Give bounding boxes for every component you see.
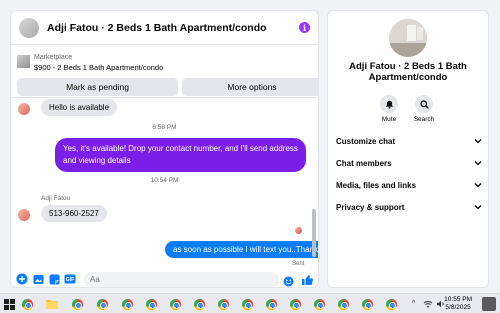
chat-panel: Adji Fatou · 2 Beds 1 Bath Apartment/con… — [10, 10, 319, 288]
read-receipt-avatar — [295, 227, 302, 234]
chrome-icon[interactable] — [384, 297, 398, 311]
search-icon[interactable] — [415, 95, 433, 113]
chrome-icon[interactable] — [240, 297, 254, 311]
tray-overflow-icon[interactable]: ^ — [412, 300, 415, 307]
file-explorer-icon[interactable] — [45, 297, 59, 311]
sent-status: Sent — [292, 261, 305, 267]
contact-name: Adji Fatou · 2 Beds 1 Bath Apartment/con… — [349, 61, 467, 83]
sender-avatar — [18, 103, 30, 115]
chrome-icon[interactable] — [20, 297, 34, 311]
sticker-icon[interactable] — [48, 273, 60, 285]
chrome-icon[interactable] — [360, 297, 374, 311]
section-privacy-support[interactable]: Privacy & support — [336, 197, 482, 217]
bell-icon[interactable] — [380, 95, 398, 113]
system-clock[interactable]: 10:55 PM 5/8/2025 — [444, 296, 472, 312]
scrollbar-thumb[interactable] — [312, 209, 316, 257]
section-label: Customize chat — [336, 136, 396, 146]
chevron-down-icon — [474, 139, 482, 144]
mute-label: Mute — [381, 116, 397, 123]
section-media-files-links[interactable]: Media, files and links — [336, 175, 482, 195]
like-icon[interactable] — [301, 273, 313, 285]
section-chat-members[interactable]: Chat members — [336, 153, 482, 173]
chrome-icon[interactable] — [312, 297, 326, 311]
sender-name: Adji Fatou — [41, 195, 71, 202]
chrome-icon[interactable] — [168, 297, 182, 311]
timestamp: 10:54 PM — [150, 177, 179, 184]
chevron-down-icon — [474, 161, 482, 166]
chrome-icon[interactable] — [95, 297, 109, 311]
message-bubble-outgoing[interactable]: as soon as possible I will text you..Tha… — [165, 241, 318, 258]
listing-category: Marketplace — [34, 54, 73, 61]
chrome-icon[interactable] — [70, 297, 84, 311]
listing-thumbnail[interactable] — [17, 55, 30, 68]
notification-icon[interactable] — [482, 297, 496, 311]
wifi-icon[interactable] — [421, 297, 435, 311]
search-label: Search — [413, 116, 435, 123]
chat-header: Adji Fatou · 2 Beds 1 Bath Apartment/con… — [11, 11, 318, 45]
listing-avatar[interactable] — [389, 19, 427, 57]
windows-icon[interactable] — [2, 297, 16, 311]
svg-text:GIF: GIF — [66, 277, 74, 283]
section-label: Media, files and links — [336, 180, 417, 190]
chat-title[interactable]: Adji Fatou · 2 Beds 1 Bath Apartment/con… — [47, 22, 299, 34]
chrome-icon[interactable] — [336, 297, 350, 311]
chrome-icon[interactable] — [120, 297, 134, 311]
message-bubble-outgoing[interactable]: Yes, it's available! Drop your contact n… — [55, 138, 306, 172]
section-label: Privacy & support — [336, 202, 405, 212]
info-icon[interactable]: i — [299, 22, 310, 33]
windows-taskbar: ^ 10:55 PM 5/8/2025 — [0, 293, 500, 313]
chrome-icon[interactable] — [288, 297, 302, 311]
message-composer: GIF — [11, 269, 318, 287]
marketplace-listing-bar: Marketplace $900 - 2 Beds 1 Bath Apartme… — [11, 46, 318, 98]
chevron-down-icon — [474, 205, 482, 210]
clock-time: 10:55 PM — [444, 296, 472, 303]
chevron-down-icon — [474, 183, 482, 188]
sender-avatar — [18, 209, 30, 221]
message-bubble-incoming[interactable]: Hello is available — [41, 99, 118, 116]
chrome-icon[interactable] — [144, 297, 158, 311]
mute-action[interactable]: Mute — [369, 95, 409, 123]
chrome-icon[interactable] — [192, 297, 206, 311]
message-list[interactable]: Hello is available 6:58 PM Yes, it's ava… — [11, 99, 318, 269]
message-bubble-incoming[interactable]: 513-960-2527 — [41, 205, 107, 222]
gif-icon[interactable]: GIF — [64, 273, 76, 285]
contact-avatar[interactable] — [19, 17, 39, 38]
chrome-icon[interactable] — [216, 297, 230, 311]
listing-description[interactable]: $900 - 2 Beds 1 Bath Apartment/condo — [34, 63, 163, 72]
clock-date: 5/8/2025 — [445, 304, 471, 311]
mark-as-pending-button[interactable]: Mark as pending — [17, 78, 178, 96]
section-label: Chat members — [336, 158, 392, 168]
section-customize-chat[interactable]: Customize chat — [336, 131, 482, 151]
conversation-info-panel: Adji Fatou · 2 Beds 1 Bath Apartment/con… — [327, 10, 489, 288]
emoji-icon[interactable] — [283, 274, 294, 286]
search-action[interactable]: Search — [404, 95, 444, 123]
plus-icon[interactable] — [16, 273, 28, 285]
more-options-button[interactable]: More options — [182, 78, 318, 96]
chrome-icon[interactable] — [264, 297, 278, 311]
timestamp: 6:58 PM — [152, 124, 177, 131]
message-input[interactable] — [84, 271, 279, 287]
photo-icon[interactable] — [32, 273, 44, 285]
